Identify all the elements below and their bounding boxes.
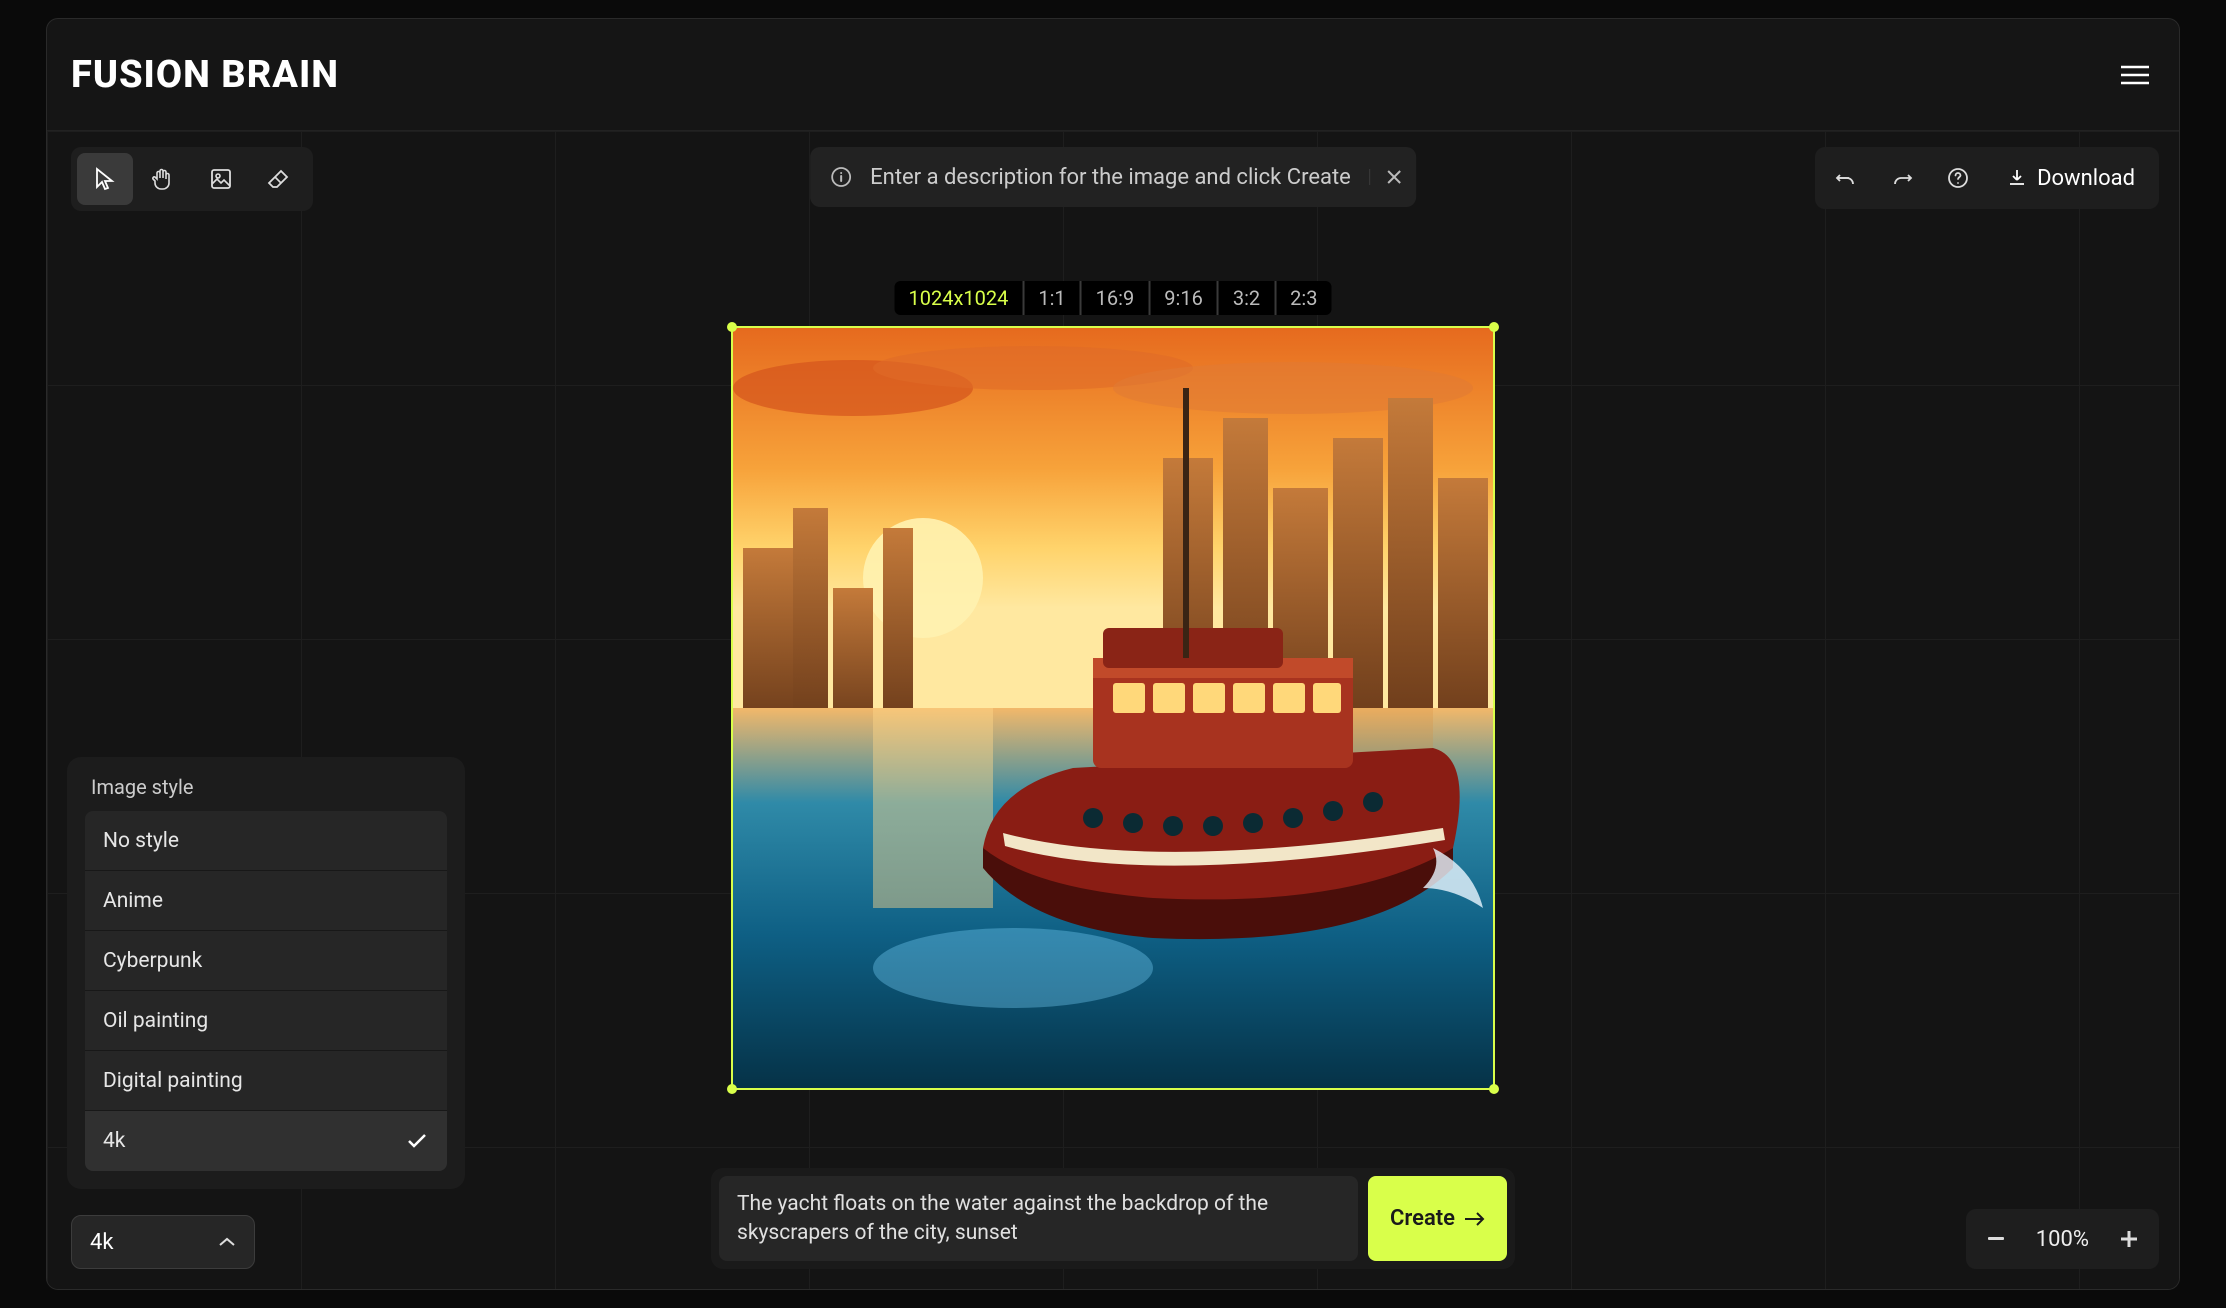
close-icon xyxy=(1386,169,1402,185)
download-icon xyxy=(2007,168,2027,188)
ratio-option-16-9[interactable]: 16:9 xyxy=(1082,281,1151,315)
menu-button[interactable] xyxy=(2115,55,2155,95)
hint-text: Enter a description for the image and cl… xyxy=(870,165,1351,190)
generated-image-frame[interactable] xyxy=(731,326,1495,1090)
canvas-area[interactable]: Enter a description for the image and cl… xyxy=(47,131,2179,1289)
redo-icon xyxy=(1891,167,1913,189)
image-icon xyxy=(210,168,232,190)
tool-eraser[interactable] xyxy=(251,153,307,205)
style-item-label: Oil painting xyxy=(103,1009,208,1033)
ratio-option-9-16[interactable]: 9:16 xyxy=(1150,281,1219,315)
download-label: Download xyxy=(2037,166,2135,191)
ratio-option-3-2[interactable]: 3:2 xyxy=(1219,281,1276,315)
resize-handle-bl[interactable] xyxy=(727,1084,737,1094)
style-item-no-style[interactable]: No style xyxy=(85,811,447,871)
style-panel: Image style No style Anime Cyberpunk Oil… xyxy=(67,757,465,1189)
style-item-cyberpunk[interactable]: Cyberpunk xyxy=(85,931,447,991)
style-item-label: Digital painting xyxy=(103,1069,243,1093)
ratio-size-label: 1024x1024 xyxy=(895,281,1025,315)
prompt-input[interactable]: The yacht floats on the water against th… xyxy=(719,1176,1358,1261)
aspect-ratio-bar: 1024x1024 1:1 16:9 9:16 3:2 2:3 xyxy=(895,281,1332,315)
style-dropdown-value: 4k xyxy=(90,1230,114,1255)
zoom-out-button[interactable] xyxy=(1974,1217,2018,1261)
zoom-bar: 100% xyxy=(1966,1209,2159,1269)
redo-button[interactable] xyxy=(1877,153,1927,203)
style-panel-title: Image style xyxy=(85,775,447,799)
arrow-right-icon xyxy=(1465,1212,1485,1226)
tool-pan[interactable] xyxy=(135,153,191,205)
ratio-option-1-1[interactable]: 1:1 xyxy=(1024,281,1081,315)
undo-icon xyxy=(1835,167,1857,189)
style-item-digital-painting[interactable]: Digital painting xyxy=(85,1051,447,1111)
hamburger-icon xyxy=(2121,65,2149,85)
resize-handle-br[interactable] xyxy=(1489,1084,1499,1094)
check-icon xyxy=(405,1129,429,1153)
prompt-text: The yacht floats on the water against th… xyxy=(737,1190,1340,1247)
style-item-label: Cyberpunk xyxy=(103,949,202,973)
tool-palette xyxy=(71,147,313,211)
eraser-icon xyxy=(267,168,291,190)
style-dropdown[interactable]: 4k xyxy=(71,1215,255,1269)
generated-image xyxy=(733,328,1493,1088)
style-item-oil-painting[interactable]: Oil painting xyxy=(85,991,447,1051)
help-button[interactable] xyxy=(1933,153,1983,203)
history-toolbar: Download xyxy=(1815,147,2159,209)
info-icon xyxy=(830,166,852,188)
cursor-icon xyxy=(94,167,116,191)
prompt-bar: The yacht floats on the water against th… xyxy=(711,1168,1515,1269)
style-item-label: No style xyxy=(103,829,179,853)
create-label: Create xyxy=(1390,1206,1455,1231)
style-item-label: Anime xyxy=(103,889,163,913)
zoom-in-button[interactable] xyxy=(2107,1217,2151,1261)
tool-image[interactable] xyxy=(193,153,249,205)
style-item-anime[interactable]: Anime xyxy=(85,871,447,931)
app-frame: FUSION BRAIN Enter a description for the… xyxy=(46,18,2180,1290)
undo-button[interactable] xyxy=(1821,153,1871,203)
zoom-value: 100% xyxy=(2022,1227,2103,1252)
style-item-label: 4k xyxy=(103,1129,125,1153)
plus-icon xyxy=(2121,1231,2137,1247)
download-button[interactable]: Download xyxy=(1989,153,2153,203)
hint-close-button[interactable] xyxy=(1369,169,1402,185)
style-list: No style Anime Cyberpunk Oil painting Di… xyxy=(85,811,447,1171)
minus-icon xyxy=(1988,1237,2004,1241)
help-icon xyxy=(1947,167,1969,189)
resize-handle-tl[interactable] xyxy=(727,322,737,332)
header: FUSION BRAIN xyxy=(47,19,2179,131)
app-logo: FUSION BRAIN xyxy=(71,53,339,97)
style-item-4k[interactable]: 4k xyxy=(85,1111,447,1171)
ratio-option-2-3[interactable]: 2:3 xyxy=(1276,281,1331,315)
hand-icon xyxy=(151,167,175,191)
chevron-up-icon xyxy=(218,1236,236,1248)
create-button[interactable]: Create xyxy=(1368,1176,1507,1261)
tool-select[interactable] xyxy=(77,153,133,205)
hint-bar: Enter a description for the image and cl… xyxy=(810,147,1416,207)
resize-handle-tr[interactable] xyxy=(1489,322,1499,332)
